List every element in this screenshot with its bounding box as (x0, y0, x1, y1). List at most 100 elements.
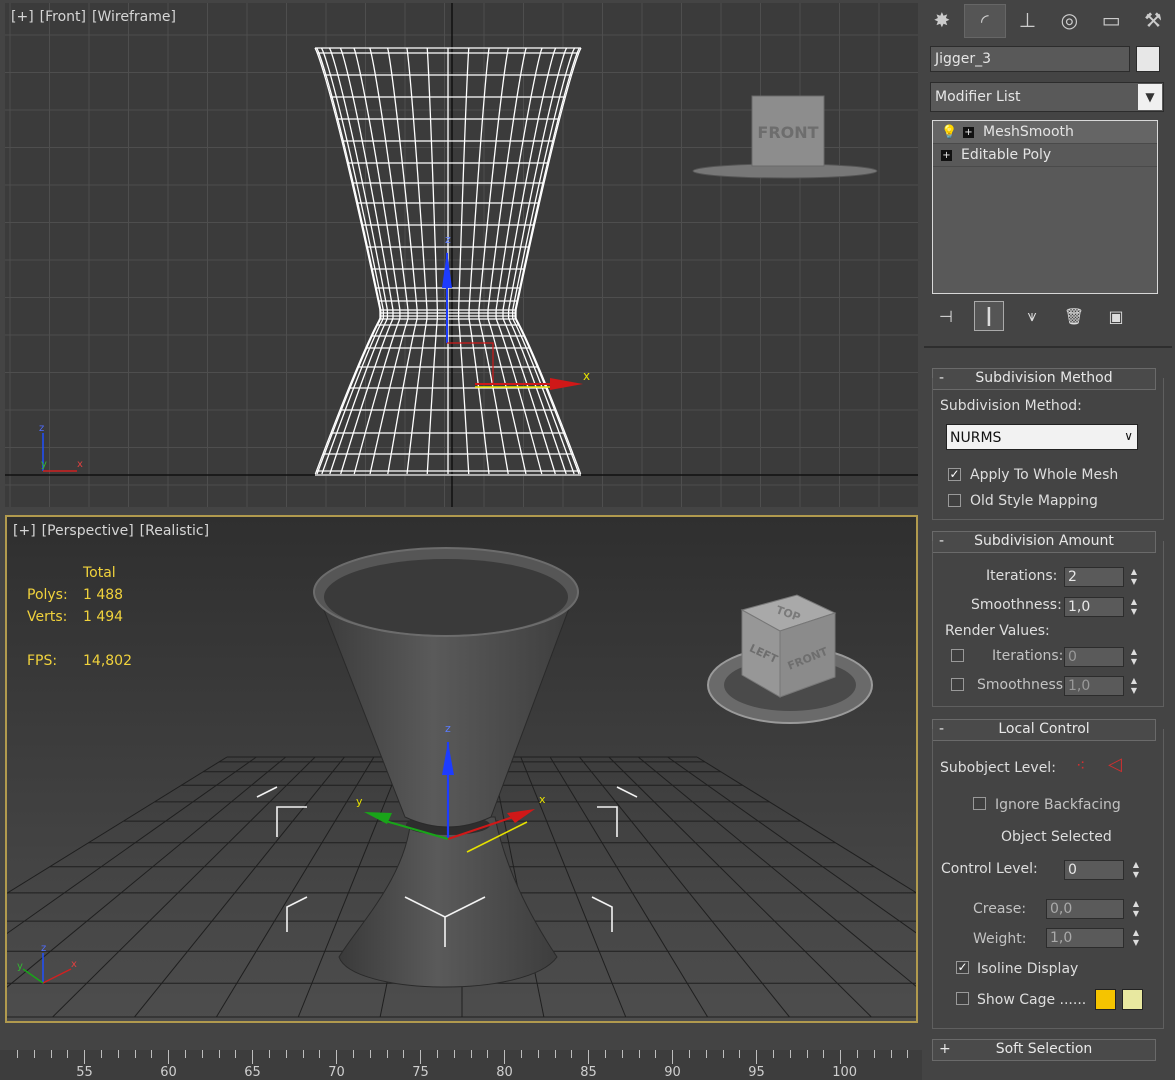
corner-axis-z-label: z (39, 423, 44, 434)
configure-modifier-sets-icon[interactable]: ▣ (1102, 302, 1130, 330)
display-icon[interactable]: ▭ (1091, 4, 1131, 36)
render-smoothness-checkbox[interactable] (951, 678, 964, 691)
spinner-arrows-icon[interactable]: ▲ ▼ (1128, 597, 1140, 617)
render-smoothness-spinner[interactable]: 1,0 (1064, 676, 1124, 696)
render-iterations-spinner[interactable]: 0 (1064, 647, 1124, 667)
crease-label: Crease: (973, 901, 1027, 917)
create-icon[interactable]: ✸ (922, 4, 962, 36)
spinner-arrows-icon[interactable]: ▲ ▼ (1130, 928, 1142, 948)
viewport-statistics: Total Polys: 1 488 Verts: 1 494 FPS: 14,802 (27, 565, 132, 675)
apply-whole-mesh-checkbox[interactable]: ✓ (948, 468, 961, 481)
control-level-label: Control Level: (941, 861, 1038, 877)
polys-label: Polys: (27, 587, 68, 603)
gizmo-z-label: z (445, 233, 451, 246)
timeline-label: 55 (76, 1065, 93, 1080)
corner-axis-y-label: y (17, 961, 23, 972)
make-unique-icon[interactable]: ⩛ (1018, 302, 1046, 330)
weight-spinner[interactable]: 1,0 (1046, 928, 1124, 948)
spinner-arrows-icon[interactable]: ▲ ▼ (1128, 647, 1140, 667)
modify-icon[interactable]: ◜ (963, 4, 1006, 38)
render-iterations-checkbox[interactable] (951, 649, 964, 662)
crease-spinner[interactable]: 0,0 (1046, 899, 1124, 919)
expand-icon[interactable]: + (963, 126, 974, 138)
gizmo-x-label: x (539, 793, 546, 806)
subobject-level-label: Subobject Level: (940, 760, 1056, 776)
timeline-tick (17, 1050, 18, 1058)
timeline-tick (470, 1050, 472, 1058)
old-style-mapping-checkbox[interactable] (948, 494, 961, 507)
lightbulb-icon[interactable]: 💡 (941, 125, 957, 140)
apply-whole-mesh-label: Apply To Whole Mesh (970, 467, 1119, 483)
ignore-backfacing-checkbox[interactable] (973, 797, 986, 810)
command-panel: ✸ ◜ ⊥ ◎ ▭ ⚒ Jigger_3 Modifier List ▼ 💡 + Mesh… (922, 0, 1175, 1080)
pin-stack-icon[interactable]: ⊣ (932, 302, 960, 330)
stack-item-editable-poly[interactable]: + Editable Poly (933, 144, 1157, 167)
object-color-swatch[interactable] (1136, 46, 1160, 72)
old-style-mapping-label: Old Style Mapping (970, 493, 1098, 509)
front-wireframe-canvas[interactable]: z x z y x FRONT (5, 3, 918, 507)
isoline-display-checkbox[interactable]: ✓ (956, 961, 969, 974)
timeline-label: 95 (748, 1065, 765, 1080)
remove-modifier-icon[interactable]: 🗑 (1060, 302, 1088, 330)
stack-item-label: Editable Poly (961, 147, 1052, 163)
isoline-display-label: Isoline Display (977, 961, 1079, 977)
utilities-icon[interactable]: ⚒ (1133, 4, 1173, 36)
timeline-tick (453, 1050, 455, 1058)
expand-icon[interactable]: + (939, 1040, 951, 1059)
timeline-ruler[interactable]: 55 60 65 70 75 80 85 90 95 100 (0, 1050, 922, 1080)
object-name-field[interactable]: Jigger_3 (930, 46, 1130, 72)
iterations-label: Iterations: (986, 568, 1058, 584)
timeline-tick (386, 1050, 388, 1058)
modifier-stack[interactable]: 💡 + MeshSmooth + Editable Poly (932, 120, 1158, 294)
timeline-label: 90 (664, 1065, 681, 1080)
stack-item-meshsmooth[interactable]: 💡 + MeshSmooth (933, 121, 1157, 144)
viewport-view-menu[interactable]: [Front] (40, 9, 86, 25)
timeline-label: 70 (328, 1065, 345, 1080)
viewport-plus-menu[interactable]: [+] (11, 9, 34, 25)
rollout-soft-selection[interactable]: + Soft Selection (932, 1039, 1156, 1061)
expand-icon[interactable]: + (941, 149, 952, 161)
spinner-arrows-icon[interactable]: ▲ ▼ (1128, 676, 1140, 696)
chevron-down-icon: ∨ (1124, 429, 1133, 443)
vertex-subobject-icon[interactable]: ⁖ (1076, 756, 1085, 775)
motion-icon[interactable]: ◎ (1049, 4, 1089, 36)
control-level-spinner[interactable]: 0 (1064, 860, 1124, 880)
timeline-tick (84, 1050, 86, 1064)
edge-subobject-icon[interactable]: ◁ (1108, 754, 1122, 775)
spinner-arrows-icon[interactable]: ▲ ▼ (1130, 899, 1142, 919)
timeline-tick (353, 1050, 354, 1058)
iterations-spinner[interactable]: 2 (1064, 567, 1124, 587)
subdivision-method-dropdown[interactable]: NURMS ∨ (946, 424, 1138, 450)
corner-axis-z-label: z (41, 943, 46, 954)
timeline-tick (252, 1050, 254, 1064)
perspective-canvas[interactable]: zxyTOPLEFT FRONTzy x (7, 517, 916, 1021)
cage-color-swatch-2[interactable] (1122, 989, 1143, 1010)
chevron-down-icon[interactable]: ▼ (1138, 84, 1162, 110)
timeline-tick (285, 1050, 287, 1058)
gizmo-x-arrow (550, 378, 583, 390)
perspective-viewport-label[interactable]: [+] [Perspective] [Realistic] (13, 523, 215, 539)
polys-value: 1 488 (83, 587, 124, 603)
smoothness-spinner[interactable]: 1,0 (1064, 597, 1124, 617)
timeline-tick (33, 1050, 35, 1058)
timeline-tick (873, 1050, 875, 1058)
show-end-result-icon[interactable]: ┃ (974, 301, 1004, 331)
front-viewport-label[interactable]: [+] [Front] [Wireframe] (11, 9, 182, 25)
jigger-inner (324, 559, 568, 635)
perspective-viewport[interactable]: z x y TOP LEFT FRONT z y x [+] [Perspective] [Real… (5, 515, 918, 1023)
command-panel-tabs: ✸ ◜ ⊥ ◎ ▭ ⚒ (922, 4, 1175, 38)
timeline-label: 65 (244, 1065, 261, 1080)
viewport-shading-menu[interactable]: [Realistic] (140, 523, 209, 539)
hierarchy-icon[interactable]: ⊥ (1008, 4, 1048, 36)
gizmo-y-label: y (356, 795, 363, 808)
show-cage-checkbox[interactable] (956, 992, 969, 1005)
cage-color-swatch-1[interactable] (1095, 989, 1116, 1010)
timeline-tick (655, 1050, 657, 1058)
modifier-list-dropdown[interactable]: Modifier List ▼ (930, 82, 1164, 112)
spinner-arrows-icon[interactable]: ▲ ▼ (1128, 567, 1140, 587)
viewport-shading-menu[interactable]: [Wireframe] (92, 9, 176, 25)
spinner-arrows-icon[interactable]: ▲ ▼ (1130, 860, 1142, 880)
viewport-plus-menu[interactable]: [+] (13, 523, 36, 539)
front-viewport[interactable]: z x z y x FRONT [+] [Front] [Wireframe] (5, 3, 918, 507)
viewport-view-menu[interactable]: [Perspective] (42, 523, 134, 539)
